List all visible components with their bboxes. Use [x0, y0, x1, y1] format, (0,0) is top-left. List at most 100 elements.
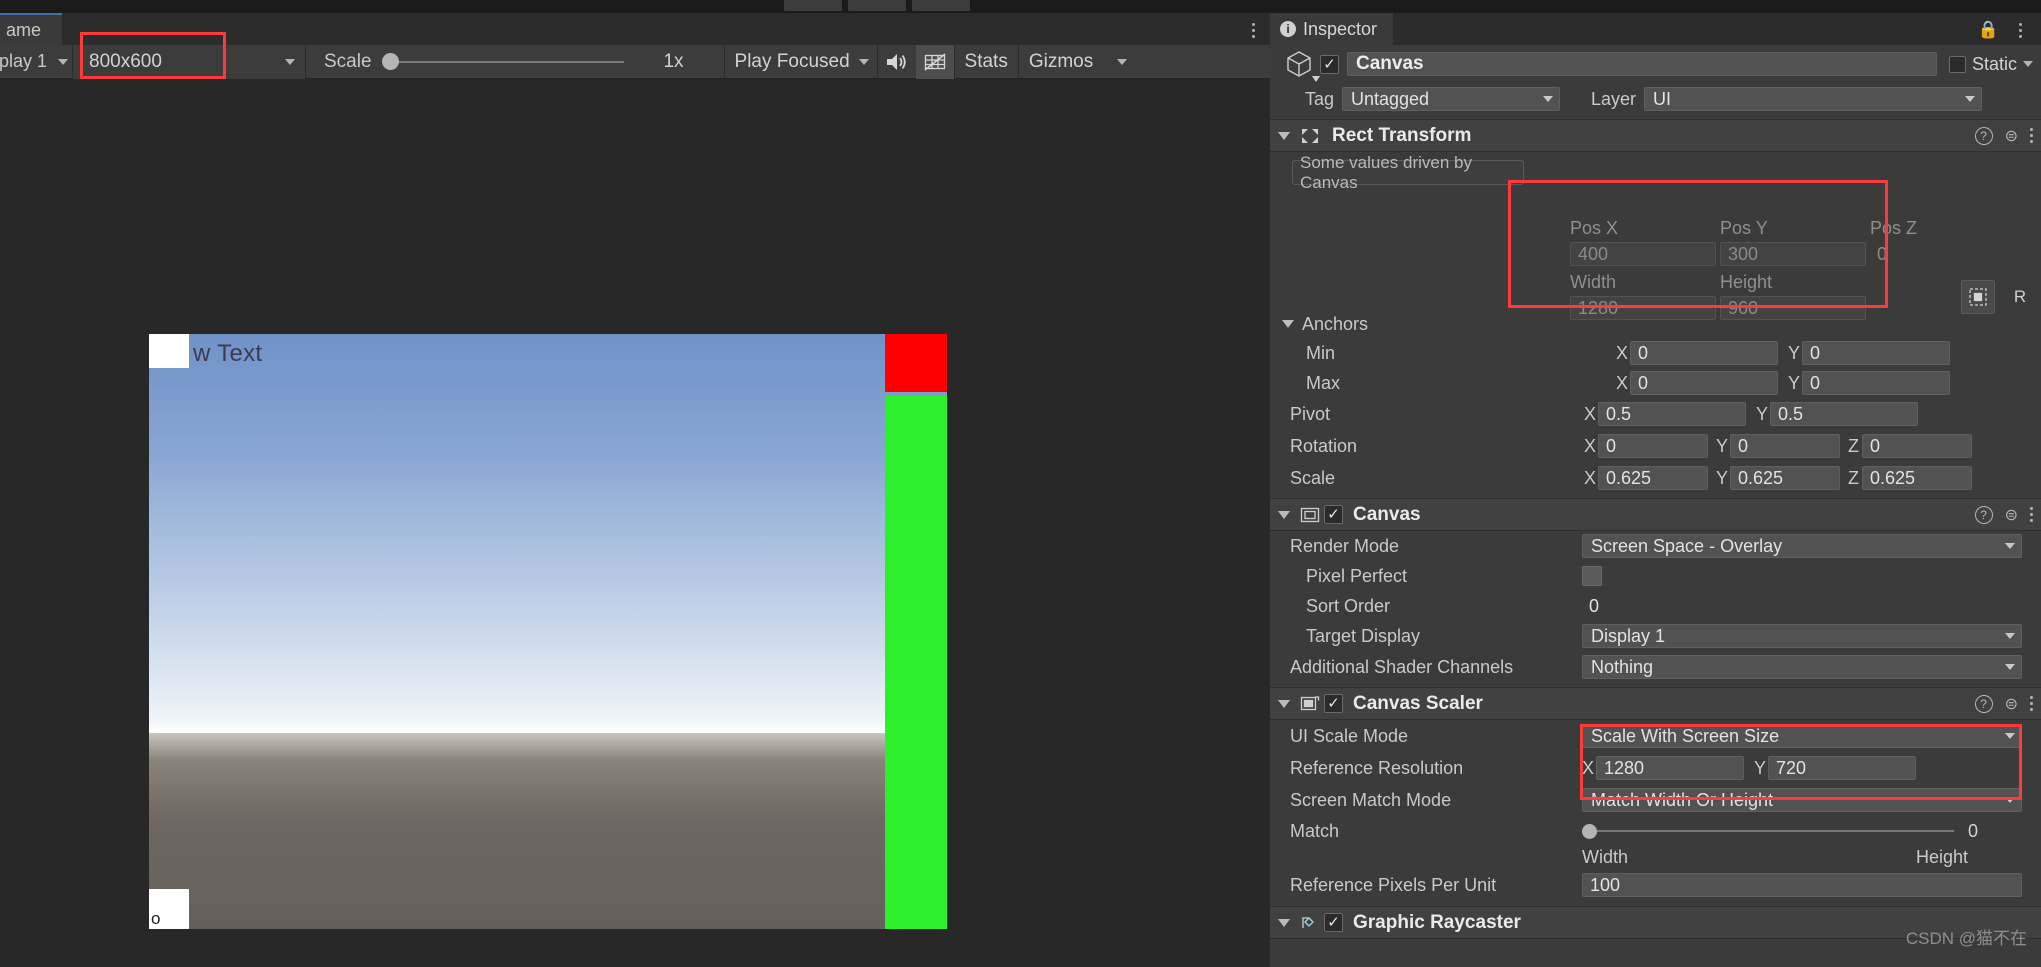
- layer-dropdown[interactable]: UI: [1644, 87, 1982, 111]
- collapse-triangle-icon[interactable]: [1278, 699, 1290, 708]
- width-label: Width: [1570, 272, 1617, 292]
- static-toggle[interactable]: Static: [1948, 54, 2033, 75]
- ref-res-x-field[interactable]: 1280: [1596, 756, 1744, 780]
- ref-res-y-field[interactable]: 720: [1768, 756, 1916, 780]
- top-button-2[interactable]: [848, 0, 906, 11]
- watermark: CSDN @猫不在: [1905, 929, 2027, 948]
- component-menu-icon[interactable]: [2030, 128, 2033, 143]
- gameobject-name-field[interactable]: Canvas: [1347, 52, 1937, 76]
- reference-ppu-field[interactable]: 100: [1582, 873, 2022, 897]
- help-icon[interactable]: ?: [1974, 126, 1993, 145]
- anchor-R-label[interactable]: R: [2005, 280, 2035, 314]
- white-square-bottom-left: o: [149, 889, 189, 929]
- rot-y-field[interactable]: 0: [1730, 434, 1840, 458]
- ui-scale-mode-dropdown[interactable]: Scale With Screen Size: [1582, 724, 2022, 748]
- anchor-min-x-field[interactable]: 0: [1630, 341, 1778, 365]
- gameobject-enabled-checkbox[interactable]: ✓: [1320, 54, 1339, 74]
- tab-game-label: ame: [6, 19, 42, 40]
- scale-z-field[interactable]: 0.625: [1862, 466, 1972, 490]
- width-field[interactable]: 1280: [1570, 296, 1716, 320]
- scale-y-value: 0.625: [1738, 467, 1784, 488]
- inspector-menu-icon[interactable]: [2011, 19, 2029, 41]
- play-mode-dropdown[interactable]: Play Focused: [725, 45, 877, 79]
- preset-icon[interactable]: ⊜: [2005, 694, 2018, 714]
- render-mode-label: Render Mode: [1290, 535, 1400, 556]
- collapse-triangle-icon[interactable]: [1278, 918, 1290, 927]
- height-value: 960: [1728, 297, 1759, 318]
- pivot-y-value: 0.5: [1778, 403, 1804, 424]
- chevron-down-icon: [1543, 96, 1553, 102]
- chevron-down-icon[interactable]: [2023, 61, 2033, 67]
- help-icon[interactable]: ?: [1974, 505, 1993, 524]
- preset-icon[interactable]: ⊜: [2005, 126, 2018, 146]
- anchor-preset-icon[interactable]: [1961, 280, 1995, 314]
- rect-transform-header[interactable]: Rect Transform ? ⊜: [1270, 119, 2041, 152]
- chevron-down-icon: [58, 58, 68, 65]
- canvas-scaler-icon: [1298, 693, 1322, 715]
- component-menu-icon[interactable]: [2030, 507, 2033, 522]
- collapse-triangle-icon[interactable]: [1278, 131, 1290, 140]
- sort-order-value: 0: [1589, 595, 1600, 616]
- axis-y-label: Y: [1716, 467, 1729, 488]
- gameobject-header: ✓ Canvas Static: [1270, 45, 2041, 83]
- top-button-1[interactable]: [784, 0, 842, 11]
- game-panel-menu-icon[interactable]: [1244, 19, 1262, 41]
- canvas-component-header[interactable]: ✓ Canvas ? ⊜: [1270, 498, 2041, 531]
- pos-x-field[interactable]: 400: [1570, 242, 1716, 266]
- graphic-raycaster-enabled-checkbox[interactable]: ✓: [1324, 913, 1343, 932]
- component-menu-icon[interactable]: [2030, 696, 2033, 711]
- target-display-label: Target Display: [1306, 625, 1421, 646]
- gizmo-grid-toggle[interactable]: [915, 44, 954, 79]
- scale-slider-knob[interactable]: [381, 53, 399, 70]
- anchors-collapse-icon[interactable]: [1282, 320, 1294, 328]
- tag-dropdown[interactable]: Untagged: [1342, 87, 1560, 111]
- screen-match-mode-dropdown[interactable]: Match Width Or Height: [1582, 788, 2022, 812]
- game-view-render-area[interactable]: w Text o: [0, 79, 1270, 967]
- anchor-max-y-field[interactable]: 0: [1802, 371, 1950, 395]
- match-slider-knob[interactable]: [1582, 823, 1597, 839]
- tab-game[interactable]: ame: [0, 13, 62, 45]
- mute-audio-button[interactable]: [878, 45, 916, 79]
- display-selector[interactable]: splay 1: [0, 45, 72, 79]
- gizmos-dropdown[interactable]: [1103, 45, 1141, 79]
- ref-res-y-value: 720: [1776, 757, 1807, 778]
- resolution-dropdown[interactable]: 800x600: [73, 44, 305, 79]
- stats-button[interactable]: Stats: [955, 45, 1018, 79]
- canvas-scaler-header[interactable]: ✓ Canvas Scaler ? ⊜: [1270, 687, 2041, 720]
- pixel-perfect-checkbox[interactable]: [1582, 566, 1602, 586]
- scale-slider-track: [381, 60, 624, 63]
- gizmos-button[interactable]: Gizmos: [1019, 45, 1103, 79]
- pos-z-field[interactable]: 0: [1870, 242, 2016, 266]
- scale-y-field[interactable]: 0.625: [1730, 466, 1840, 490]
- height-field[interactable]: 960: [1720, 296, 1866, 320]
- rot-z-field[interactable]: 0: [1862, 434, 1972, 458]
- sort-order-field[interactable]: 0: [1582, 594, 2022, 618]
- preset-icon[interactable]: ⊜: [2005, 505, 2018, 525]
- shader-channels-value: Nothing: [1591, 656, 1654, 677]
- collapse-triangle-icon[interactable]: [1278, 510, 1290, 519]
- help-icon[interactable]: ?: [1974, 694, 1993, 713]
- ui-scale-mode-row: UI Scale Mode Scale With Screen Size: [1270, 720, 2041, 752]
- canvas-enabled-checkbox[interactable]: ✓: [1324, 505, 1343, 524]
- tab-inspector[interactable]: i Inspector: [1270, 13, 1394, 45]
- anchor-max-x-field[interactable]: 0: [1630, 371, 1778, 395]
- pos-y-field[interactable]: 300: [1720, 242, 1866, 266]
- match-slider[interactable]: [1582, 819, 1954, 843]
- target-display-dropdown[interactable]: Display 1: [1582, 624, 2022, 648]
- rot-x-field[interactable]: 0: [1598, 434, 1708, 458]
- pivot-y-field[interactable]: 0.5: [1770, 402, 1918, 426]
- axis-z-label: Z: [1848, 435, 1859, 456]
- shader-channels-dropdown[interactable]: Nothing: [1582, 655, 2022, 679]
- tag-value: Untagged: [1351, 88, 1430, 109]
- anchor-min-y-field[interactable]: 0: [1802, 341, 1950, 365]
- scale-slider[interactable]: [381, 45, 624, 79]
- screen-match-mode-value: Match Width Or Height: [1591, 789, 1774, 810]
- canvas-scaler-enabled-checkbox[interactable]: ✓: [1324, 694, 1343, 713]
- pivot-x-field[interactable]: 0.5: [1598, 402, 1746, 426]
- scale-x-field[interactable]: 0.625: [1598, 466, 1708, 490]
- shader-channels-label: Additional Shader Channels: [1290, 656, 1514, 677]
- render-mode-dropdown[interactable]: Screen Space - Overlay: [1582, 534, 2022, 558]
- static-checkbox[interactable]: [1948, 55, 1966, 73]
- top-button-3[interactable]: [912, 0, 970, 11]
- lock-icon[interactable]: 🔒: [1978, 20, 1999, 40]
